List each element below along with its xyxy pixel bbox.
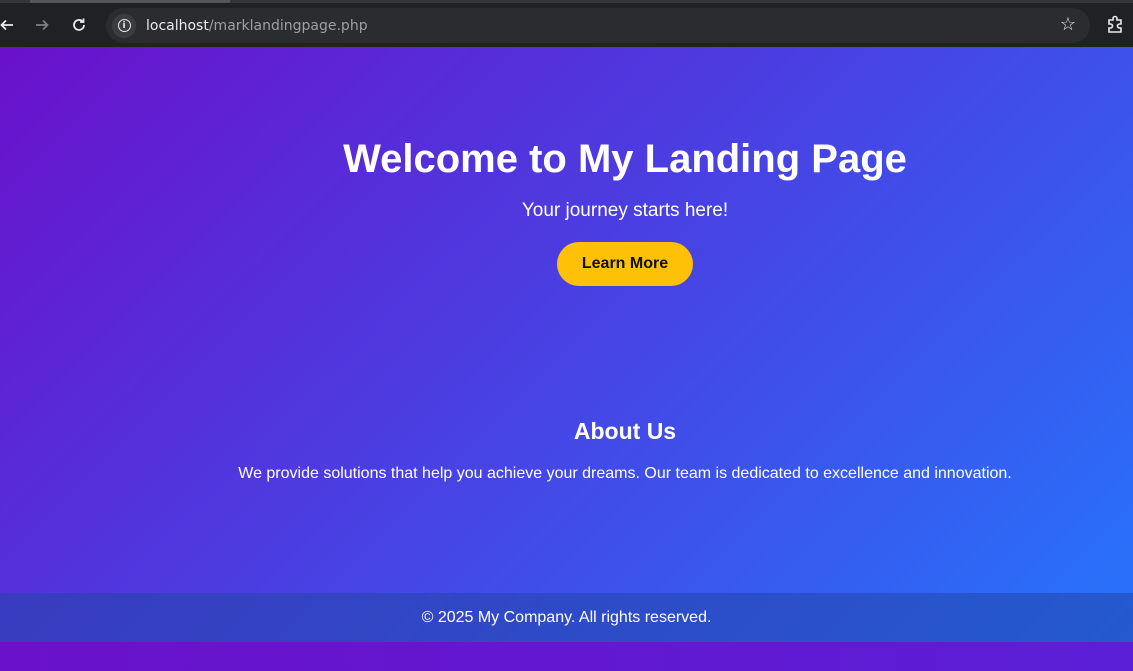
reload-button[interactable] xyxy=(66,12,92,38)
forward-button[interactable] xyxy=(29,12,55,38)
reload-icon xyxy=(73,18,85,31)
star-icon[interactable]: ☆ xyxy=(1060,14,1076,35)
learn-more-button[interactable]: Learn More xyxy=(557,242,693,286)
back-button[interactable] xyxy=(0,12,20,38)
about-heading: About Us xyxy=(573,418,677,444)
about-text: We provide solutions that help you achie… xyxy=(238,465,1012,482)
page-bottom-background xyxy=(0,642,1133,671)
arrow-left-icon xyxy=(0,19,13,31)
site-info-icon[interactable]: i xyxy=(112,13,136,38)
url-text[interactable]: localhost/marklandingpage.php xyxy=(146,18,368,34)
browser-toolbar: i localhost/marklandingpage.php ☆ xyxy=(0,0,1133,47)
hero-title: Welcome to My Landing Page xyxy=(343,137,907,181)
hero-subtitle: Your journey starts here! xyxy=(521,200,729,221)
address-bar[interactable]: i localhost/marklandingpage.php ☆ xyxy=(106,8,1090,43)
url-path: /marklandingpage.php xyxy=(208,17,368,34)
url-host: localhost xyxy=(146,17,209,34)
hero-section: Welcome to My Landing Page Your journey … xyxy=(117,47,1133,286)
about-section: About Us We provide solutions that help … xyxy=(117,417,1133,484)
landing-page: Welcome to My Landing Page Your journey … xyxy=(0,47,1133,671)
arrow-right-icon xyxy=(36,19,49,31)
tab-strip-hint xyxy=(30,0,230,3)
footer: © 2025 My Company. All rights reserved. xyxy=(0,593,1133,642)
puzzle-icon[interactable] xyxy=(1105,14,1127,36)
footer-text: © 2025 My Company. All rights reserved. xyxy=(421,609,712,626)
